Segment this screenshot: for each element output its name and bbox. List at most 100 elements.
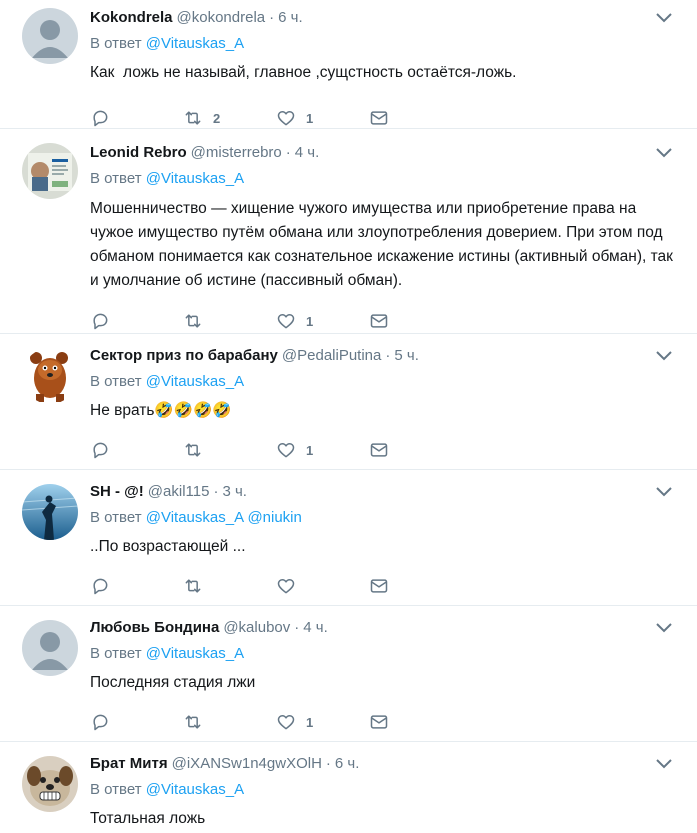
like-button[interactable]: 1 (276, 712, 369, 732)
direct-message-button[interactable] (369, 108, 399, 128)
avatar[interactable] (22, 756, 78, 812)
mention-link[interactable]: @Vitauskas_A (146, 781, 244, 798)
reply-context: В ответ @Vitauskas_A (90, 34, 681, 54)
envelope-icon (370, 579, 388, 593)
user-name[interactable]: Leonid Rebro (90, 143, 187, 163)
heart-icon (277, 579, 295, 594)
tweet-header: SH - @! @akil115 · 3 ч. (90, 482, 681, 502)
retweet-icon (185, 579, 201, 593)
mention-link[interactable]: @Vitauskas_A (146, 509, 244, 526)
timestamp[interactable]: 4 ч. (295, 143, 320, 163)
silhouette-avatar-icon (22, 484, 78, 540)
tweet[interactable]: Сектор приз по барабану @PedaliPutina · … (0, 334, 697, 470)
user-name[interactable]: Любовь Бондина (90, 618, 219, 638)
like-button[interactable] (276, 576, 369, 596)
timestamp[interactable]: 4 ч. (303, 618, 328, 638)
direct-message-button[interactable] (369, 311, 399, 331)
retweet-icon (185, 715, 201, 729)
tweet-actions (90, 562, 681, 610)
mention-link[interactable]: @Vitauskas_A (146, 170, 244, 187)
chevron-down-icon[interactable] (655, 10, 673, 24)
user-handle[interactable]: @akil115 (148, 482, 210, 502)
retweet-button[interactable] (183, 712, 276, 732)
retweet-button[interactable] (183, 440, 276, 460)
mention-link[interactable]: @Vitauskas_A (146, 35, 244, 52)
like-count: 1 (306, 442, 314, 458)
like-button[interactable]: 1 (276, 440, 369, 460)
bear-avatar-icon (22, 348, 78, 404)
separator-dot: · (294, 619, 300, 636)
reply-icon (93, 578, 108, 595)
separator-dot: · (385, 347, 391, 364)
avatar[interactable] (22, 484, 78, 540)
reply-button[interactable] (90, 576, 183, 596)
profile-photo-icon (22, 143, 78, 199)
chevron-down-icon[interactable] (655, 145, 673, 159)
mention-link[interactable]: @Vitauskas_A (146, 645, 244, 662)
like-button[interactable]: 1 (276, 108, 369, 128)
reply-button[interactable] (90, 440, 183, 460)
tweet[interactable]: Брат Митя @iXANSw1n4gwXOlH · 6 ч. В отве… (0, 742, 697, 833)
reply-prefix: В ответ (90, 373, 142, 390)
timestamp[interactable]: 5 ч. (394, 346, 419, 366)
timestamp[interactable]: 3 ч. (222, 482, 247, 502)
direct-message-button[interactable] (369, 712, 399, 732)
retweet-button[interactable]: 2 (183, 108, 276, 128)
user-name[interactable]: Сектор приз по барабану (90, 346, 278, 366)
reply-context: В ответ @Vitauskas_A (90, 780, 681, 800)
chevron-down-icon[interactable] (655, 756, 673, 770)
mention-link[interactable]: @niukin (247, 509, 301, 526)
separator-dot: · (285, 144, 291, 161)
retweet-button[interactable] (183, 311, 276, 331)
avatar[interactable] (22, 348, 78, 404)
timestamp[interactable]: 6 ч. (278, 8, 303, 28)
reply-button[interactable] (90, 108, 183, 128)
reply-prefix: В ответ (90, 509, 142, 526)
tweet-text: Как ложь не называй, главное ,сущстность… (90, 64, 517, 81)
user-handle[interactable]: @iXANSw1n4gwXOlH (172, 754, 322, 774)
timestamp[interactable]: 6 ч. (335, 754, 360, 774)
user-handle[interactable]: @kalubov (223, 618, 290, 638)
reply-button[interactable] (90, 712, 183, 732)
tweet[interactable]: Любовь Бондина @kalubov · 4 ч. В ответ @… (0, 606, 697, 742)
tweet[interactable]: SH - @! @akil115 · 3 ч. В ответ @Vitausk… (0, 470, 697, 606)
user-name[interactable]: SH - @! (90, 482, 144, 502)
tweet-actions: 1 (90, 698, 681, 746)
reply-prefix: В ответ (90, 645, 142, 662)
chevron-down-icon[interactable] (655, 620, 673, 634)
tweet-text: Не врать🤣🤣🤣🤣 (90, 402, 232, 419)
reply-icon (93, 442, 108, 459)
heart-icon (277, 111, 295, 126)
direct-message-button[interactable] (369, 576, 399, 596)
reply-context: В ответ @Vitauskas_A @niukin (90, 508, 681, 528)
chevron-down-icon[interactable] (655, 348, 673, 362)
avatar[interactable] (22, 8, 78, 64)
reply-context: В ответ @Vitauskas_A (90, 169, 681, 189)
like-count: 1 (306, 313, 314, 329)
mention-link[interactable]: @Vitauskas_A (146, 373, 244, 390)
reply-prefix: В ответ (90, 781, 142, 798)
like-button[interactable]: 1 (276, 311, 369, 331)
separator-dot: · (213, 483, 219, 500)
retweet-icon (185, 314, 201, 328)
avatar[interactable] (22, 143, 78, 199)
tweet-text: Мошенничество — хищение чужого имущества… (90, 200, 678, 289)
tweet-header: Сектор приз по барабану @PedaliPutina · … (90, 346, 681, 366)
retweet-button[interactable] (183, 576, 276, 596)
avatar[interactable] (22, 620, 78, 676)
tweet[interactable]: Kokondrela @kokondrela · 6 ч. В ответ @V… (0, 0, 697, 129)
user-name[interactable]: Kokondrela (90, 8, 173, 28)
reply-context: В ответ @Vitauskas_A (90, 644, 681, 664)
user-handle[interactable]: @PedaliPutina (282, 346, 381, 366)
tweet-text: Тотальная ложь (90, 810, 206, 827)
envelope-icon (370, 111, 388, 125)
user-handle[interactable]: @kokondrela (177, 8, 266, 28)
envelope-icon (370, 443, 388, 457)
reply-button[interactable] (90, 311, 183, 331)
user-handle[interactable]: @misterrebro (191, 143, 282, 163)
user-name[interactable]: Брат Митя (90, 754, 168, 774)
direct-message-button[interactable] (369, 440, 399, 460)
tweet[interactable]: Leonid Rebro @misterrebro · 4 ч. В ответ… (0, 129, 697, 334)
envelope-icon (370, 314, 388, 328)
chevron-down-icon[interactable] (655, 484, 673, 498)
